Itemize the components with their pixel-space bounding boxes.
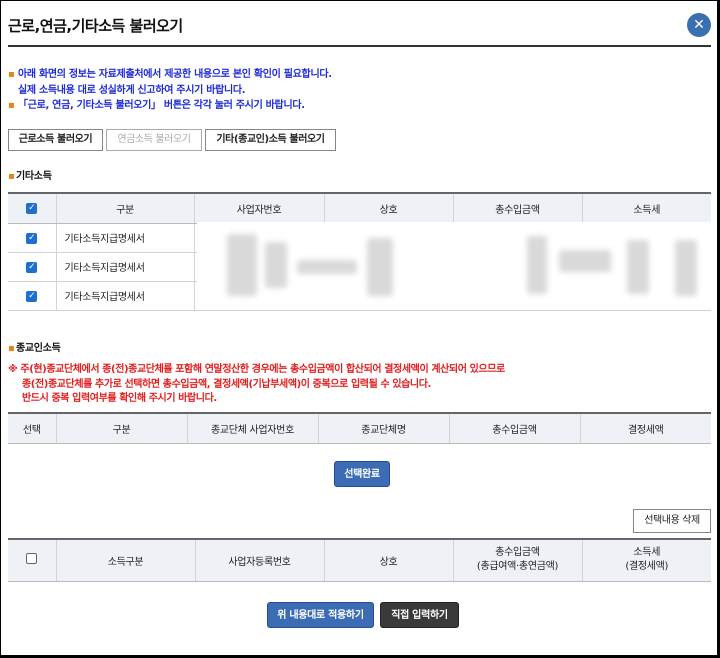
dialog: 근로,연금,기타소득 불러오기 ✕ ▪ 아래 화면의 정보는 자료제출처에서 제공… [0, 0, 718, 656]
title-divider [8, 45, 711, 47]
redacted-area [197, 222, 711, 310]
select-all-checkbox[interactable]: ✓ [8, 192, 56, 224]
category-cell: 기타소득지급명세서 [55, 252, 194, 282]
checkbox-icon [26, 553, 38, 565]
category-cell: 기타소득지급명세서 [55, 281, 194, 311]
warning-line-2: 종(전)종교단체를 추가로 선택하면 총수입금액, 결정세액(기납부세액)이 중… [22, 378, 431, 390]
dialog-title: 근로,연금,기타소득 불러오기 [8, 17, 183, 35]
load-other-income-button[interactable]: 기타(종교인)소득 불러오기 [205, 129, 336, 151]
apply-button[interactable]: 위 내용대로 적용하기 [267, 602, 374, 628]
column-header: 종교단체 사업자번호 [186, 412, 318, 444]
check-icon: ✓ [26, 203, 38, 215]
row-checkbox[interactable]: ✓ [8, 223, 56, 253]
other-income-section-title: ▪ 기타소득 [8, 171, 52, 182]
selected-income-table: 소득구분 사업자등록번호 상호 총수입금액 (총급여액·총연금액) 소득세 (결정세… [8, 538, 711, 582]
column-header: 종교단체명 [317, 412, 449, 444]
column-header: 상호 [323, 538, 453, 582]
religious-warning-text: ※ 주(현)종교단체에서 종(전)종교단체를 포함해 연말정산한 경우에는 총수… [8, 363, 505, 407]
column-header: 결정세액 [579, 412, 711, 444]
column-header: 소득세 [581, 192, 711, 224]
select-done-button[interactable]: 선택완료 [334, 461, 390, 487]
column-header: 소득구분 [55, 538, 195, 582]
column-header: 총수입금액 [448, 412, 580, 444]
warning-line-1: ※ 주(현)종교단체에서 종(전)종교단체를 포함해 연말정산한 경우에는 총수… [8, 364, 505, 375]
column-header-tax: 소득세 (결정세액) [581, 538, 711, 582]
column-header-revenue: 총수입금액 (총급여액·총연금액) [452, 538, 582, 582]
religious-income-table: 선택 구분 종교단체 사업자번호 종교단체명 총수입금액 결정세액 [8, 412, 711, 444]
close-icon[interactable]: ✕ [687, 13, 711, 37]
column-header: 구분 [55, 192, 194, 224]
category-cell: 기타소득지급명세서 [55, 223, 194, 253]
row-checkbox[interactable]: ✓ [8, 252, 56, 282]
column-header: 선택 [8, 412, 56, 444]
column-header: 상호 [323, 192, 453, 224]
check-icon: ✓ [26, 290, 38, 302]
select-all-checkbox[interactable] [8, 538, 56, 582]
column-header: 사업자등록번호 [194, 538, 324, 582]
notice-line-2: 실제 소득내용 대로 성실하게 신고하여 주시기 바랍니다. [18, 84, 246, 96]
notice-line-1: 아래 화면의 정보는 자료제출처에서 제공한 내용으로 본인 확인이 필요합니다… [18, 69, 332, 80]
load-pension-income-button[interactable]: 연금소득 불러오기 [106, 129, 202, 151]
delete-selected-button[interactable]: 선택내용 삭제 [633, 509, 711, 533]
notice-text: ▪ 아래 화면의 정보는 자료제출처에서 제공한 내용으로 본인 확인이 필요합니… [8, 69, 332, 111]
warning-line-3: 반드시 중복 입력여부를 확인해 주시기 바랍니다. [22, 393, 217, 404]
column-header: 총수입금액 [452, 192, 582, 224]
check-icon: ✓ [26, 261, 38, 273]
check-icon: ✓ [26, 232, 38, 244]
manual-input-button[interactable]: 직접 입력하기 [380, 602, 459, 628]
load-earned-income-button[interactable]: 근로소득 불러오기 [8, 129, 103, 151]
column-header: 사업자번호 [193, 192, 324, 224]
row-checkbox[interactable]: ✓ [8, 281, 56, 311]
notice-line-3: 「근로, 연금, 기타소득 불러오기」 버튼은 각각 눌러 주시기 바랍니다. [18, 100, 305, 111]
religious-income-section-title: ▪ 종교인소득 [8, 343, 61, 354]
column-header: 구분 [55, 412, 187, 444]
